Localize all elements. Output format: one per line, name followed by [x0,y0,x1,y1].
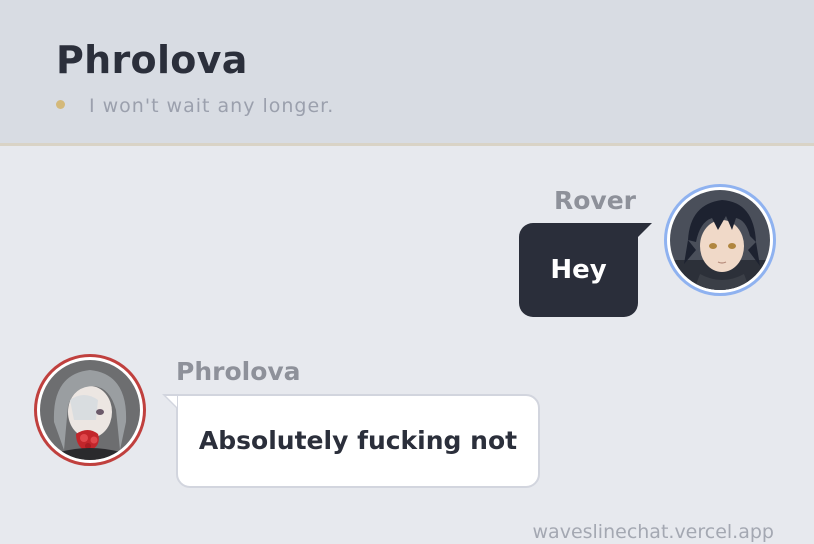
chat-header: Phrolova I won't wait any longer. [0,0,814,146]
sender-name-rover: Rover [553,186,636,215]
chat-title: Phrolova [56,38,248,82]
watermark: waveslinechat.vercel.app [532,521,774,543]
message-bubble-rover: Hey [519,223,638,317]
status-dot [56,100,65,109]
bubble-tail-rover [636,223,652,239]
avatar-rover[interactable] [664,184,776,296]
sender-name-phrolova: Phrolova [176,357,301,386]
message-bubble-phrolova: Absolutely fucking not [176,394,540,488]
bubble-tail-phrolova-fill [166,396,177,407]
rover-portrait-icon [670,190,770,290]
phrolova-portrait-icon [40,360,140,460]
avatar-phrolova[interactable] [34,354,146,466]
status-text: I won't wait any longer. [89,95,335,117]
